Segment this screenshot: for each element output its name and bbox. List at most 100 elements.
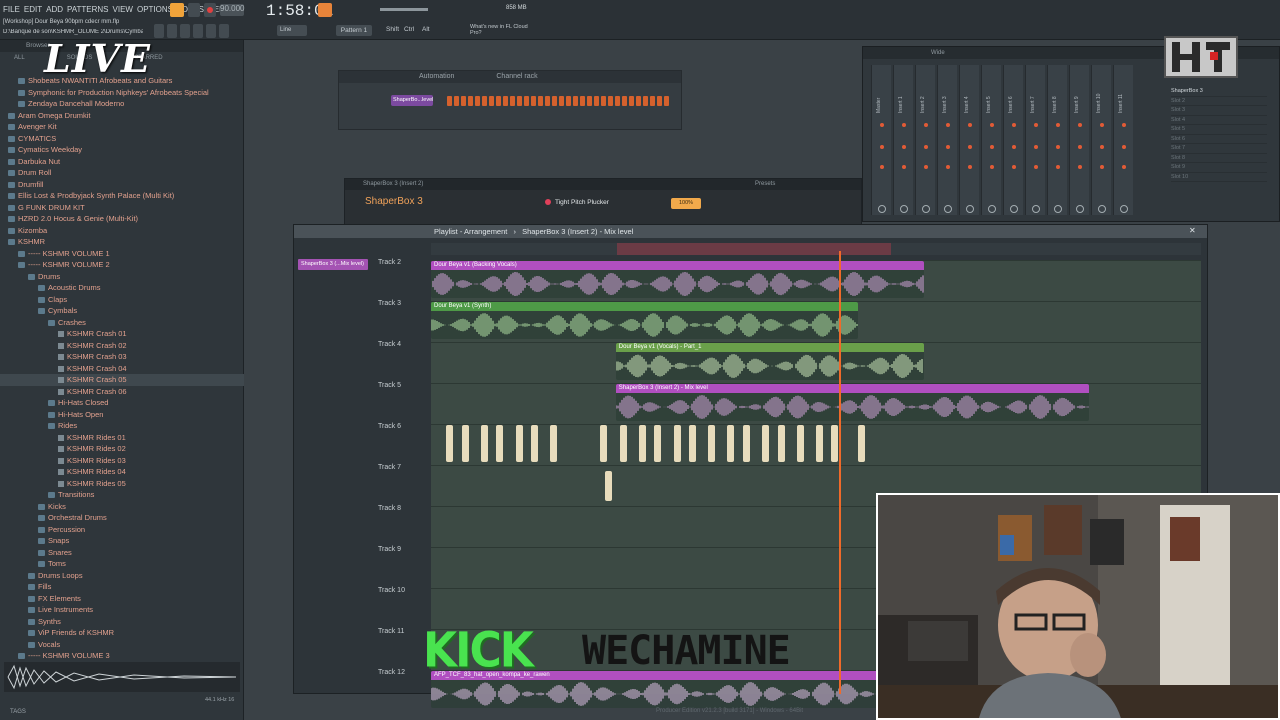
pan-indicator[interactable] — [1100, 165, 1104, 169]
volume-knob[interactable] — [944, 205, 952, 213]
browser-folder[interactable]: Claps — [0, 294, 244, 306]
drum-hit-clip[interactable] — [777, 425, 785, 462]
browser-folder[interactable]: G FUNK DRUM KIT — [0, 202, 244, 214]
browser-folder[interactable]: Snares — [0, 547, 244, 559]
mix-knob[interactable]: 100% — [671, 198, 701, 209]
mixer-strip[interactable]: Master — [871, 65, 891, 215]
pan-indicator[interactable] — [1078, 165, 1082, 169]
browser-folder[interactable]: CYMATICS — [0, 133, 244, 145]
news-panel[interactable]: What's new in FL Cloud Pro? — [470, 24, 530, 36]
step-button[interactable] — [510, 96, 515, 106]
playlist-icon[interactable] — [167, 24, 177, 38]
browser-folder[interactable]: Drums — [0, 271, 244, 283]
menu-item-add[interactable]: ADD — [46, 5, 63, 14]
pan-indicator[interactable] — [1122, 145, 1126, 149]
play-button[interactable] — [170, 3, 184, 17]
preset-name[interactable]: Tight Pitch Plucker — [555, 199, 609, 206]
browser-folder[interactable]: Kicks — [0, 501, 244, 513]
mixer-strip[interactable]: Insert 9 — [1069, 65, 1089, 215]
browser-file[interactable]: KSHMR Rides 03 — [0, 455, 244, 467]
pan-indicator[interactable] — [946, 145, 950, 149]
step-button[interactable] — [587, 96, 592, 106]
browser-folder[interactable]: Avenger Kit — [0, 121, 244, 133]
mixer-strip[interactable]: Insert 3 — [937, 65, 957, 215]
pan-indicator[interactable] — [990, 145, 994, 149]
menu-item-file[interactable]: FILE — [3, 5, 20, 14]
channel-button[interactable]: ShaperBo...level — [391, 95, 433, 106]
step-button[interactable] — [559, 96, 564, 106]
step-button[interactable] — [517, 96, 522, 106]
browser-folder[interactable]: ----- KSHMR VOLUME 1 — [0, 248, 244, 260]
effect-slot[interactable]: Slot 8 — [1171, 154, 1267, 163]
browser-folder[interactable]: KSHMR — [0, 236, 244, 248]
browser-folder[interactable]: ViP Friends of KSHMR — [0, 627, 244, 639]
pattern-selector[interactable]: Pattern 1 — [336, 25, 372, 36]
browser-file[interactable]: KSHMR Rides 02 — [0, 443, 244, 455]
track-header[interactable]: Track 12 — [378, 669, 405, 676]
audio-clip[interactable]: ShaperBox 3 (Insert 2) - Mix level — [615, 384, 1090, 421]
mixer-strip[interactable]: Insert 10 — [1091, 65, 1111, 215]
close-icon[interactable]: ✕ — [1189, 227, 1197, 235]
track-header[interactable]: Track 9 — [378, 546, 401, 553]
drum-hit-clip[interactable] — [816, 425, 823, 462]
browser-folder[interactable]: Drumfill — [0, 179, 244, 191]
volume-knob[interactable] — [878, 205, 886, 213]
drum-hit-clip[interactable] — [638, 425, 646, 462]
browser-folder[interactable]: Synths — [0, 616, 244, 628]
drum-hit-clip[interactable] — [461, 425, 469, 462]
step-button[interactable] — [636, 96, 641, 106]
shift-button[interactable]: Shift — [386, 26, 399, 33]
browser-folder[interactable]: Drums Loops — [0, 570, 244, 582]
step-button[interactable] — [545, 96, 550, 106]
volume-knob[interactable] — [922, 205, 930, 213]
timeline-ruler[interactable] — [431, 243, 1201, 255]
pan-indicator[interactable] — [1034, 145, 1038, 149]
pan-indicator[interactable] — [1034, 165, 1038, 169]
browser-folder[interactable]: Hi-Hats Closed — [0, 397, 244, 409]
pan-indicator[interactable] — [1056, 123, 1060, 127]
track-header[interactable]: Track 4 — [378, 341, 401, 348]
browser-folder[interactable]: Orchestral Drums — [0, 512, 244, 524]
pan-indicator[interactable] — [946, 165, 950, 169]
browser-icon[interactable] — [154, 24, 164, 38]
browser-folder[interactable]: Cymbals — [0, 305, 244, 317]
effect-slot[interactable]: Slot 3 — [1171, 106, 1267, 116]
track-header[interactable]: Track 11 — [378, 628, 404, 635]
audio-clip[interactable]: Dour Beya v1 (Synth) — [431, 302, 859, 339]
mixer-strip[interactable]: Insert 6 — [1003, 65, 1023, 215]
mixer-strip[interactable]: Insert 5 — [981, 65, 1001, 215]
browser-folder[interactable]: Crashes — [0, 317, 244, 329]
pan-indicator[interactable] — [1012, 123, 1016, 127]
browser-folder[interactable]: Aram Omega Drumkit — [0, 110, 244, 122]
step-button[interactable] — [622, 96, 627, 106]
browser-folder[interactable]: Acoustic Drums — [0, 282, 244, 294]
plugin-picker-icon[interactable] — [219, 24, 229, 38]
drum-hit-clip[interactable] — [605, 471, 613, 501]
browser-file[interactable]: KSHMR Crash 04 — [0, 363, 244, 375]
step-button[interactable] — [650, 96, 655, 106]
drum-hit-clip[interactable] — [619, 425, 627, 462]
step-button[interactable] — [594, 96, 599, 106]
pan-indicator[interactable] — [1122, 165, 1126, 169]
step-button[interactable] — [454, 96, 459, 106]
step-button[interactable] — [468, 96, 473, 106]
drum-hit-clip[interactable] — [858, 425, 866, 462]
drum-hit-clip[interactable] — [446, 425, 454, 462]
pan-indicator[interactable] — [902, 123, 906, 127]
drum-hit-clip[interactable] — [762, 425, 770, 462]
step-button[interactable] — [664, 96, 669, 106]
volume-knob[interactable] — [1032, 205, 1040, 213]
step-button[interactable] — [643, 96, 648, 106]
menu-item-options[interactable]: OPTIONS — [137, 5, 173, 14]
effect-slot[interactable]: Slot 4 — [1171, 116, 1267, 125]
effect-slot[interactable]: ShaperBox 3 — [1171, 87, 1267, 97]
pan-indicator[interactable] — [968, 123, 972, 127]
drum-hit-clip[interactable] — [688, 425, 696, 462]
track-header[interactable]: Track 7 — [378, 464, 401, 471]
mixer-icon[interactable] — [206, 24, 216, 38]
pan-indicator[interactable] — [1012, 145, 1016, 149]
pan-indicator[interactable] — [880, 123, 884, 127]
effect-slot[interactable]: Slot 2 — [1171, 97, 1267, 106]
effect-slot[interactable]: Slot 7 — [1171, 144, 1267, 154]
pan-indicator[interactable] — [880, 165, 884, 169]
